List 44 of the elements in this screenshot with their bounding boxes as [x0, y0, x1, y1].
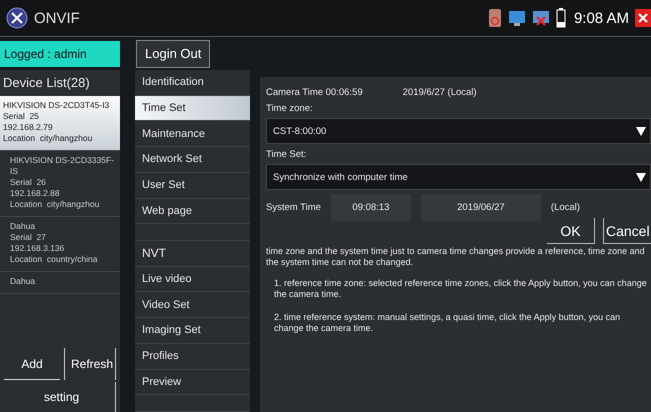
app-title: ONVIF: [34, 10, 80, 26]
sd-card-icon: [488, 8, 502, 28]
menu-item[interactable]: Preview: [135, 370, 250, 396]
menu-item[interactable]: Network Set: [135, 147, 250, 173]
local-label: (Local): [550, 202, 580, 213]
device-list-item[interactable]: HIKVISION DS-2CD3T45-I3 Serial 25 192.168.2.79 Location city/hangzhou: [0, 96, 120, 151]
close-icon[interactable]: [635, 9, 651, 27]
menu-item[interactable]: Web page: [135, 198, 250, 224]
menu-item[interactable]: User Set: [135, 172, 250, 199]
date-field[interactable]: 2019/06/27: [420, 194, 541, 221]
time-set-label: Time Set:: [266, 149, 308, 160]
device-list-item[interactable]: Dahua Serial 27 192.168.3.136 Location country/china: [0, 217, 120, 272]
device-list-item[interactable]: HIKVISION DS-2CD3335F-IS Serial 26 192.168.2.88 Location city/hangzhou: [0, 151, 120, 217]
help-text: 2. time reference system: manual settings, a quasi time, click the Apply button, you can change the camera time.: [274, 312, 622, 334]
time-zone-dropdown[interactable]: CST-8:00:00: [266, 118, 651, 144]
monitor-icon: [508, 9, 526, 27]
time-set-dropdown[interactable]: Synchronize with computer time: [266, 164, 651, 190]
battery-icon: [556, 8, 566, 28]
time-zone-label: Time zone:: [266, 103, 314, 114]
menu-item[interactable]: Live video: [135, 266, 250, 292]
dropdown-arrow-icon: [636, 126, 646, 136]
camera-time: Camera Time 00:06:59: [266, 87, 363, 98]
login-out-button[interactable]: Login Out: [136, 40, 210, 68]
help-text: time zone and the system time just to camera time changes provide a reference, time zone and the system time can not be changed.: [266, 246, 646, 268]
time-field[interactable]: 09:08:13: [330, 194, 411, 221]
network-off-icon: [532, 9, 550, 27]
menu-item[interactable]: Imaging Set: [135, 318, 250, 344]
system-time-label: System Time: [266, 202, 321, 213]
dropdown-arrow-icon: [636, 172, 646, 182]
menu-item[interactable]: Profiles: [135, 344, 250, 370]
camera-date: 2019/6/27 (Local): [402, 87, 477, 98]
ok-button[interactable]: OK: [547, 218, 595, 244]
tools-logo-icon: [6, 7, 28, 29]
help-text: 1. reference time zone: selected reference time zones, click the Apply button, you can change the camera time.: [274, 278, 647, 300]
refresh-button[interactable]: Refresh: [64, 348, 116, 380]
cancel-button[interactable]: Cancel: [603, 218, 651, 244]
login-status: Logged : admin: [0, 40, 120, 66]
menu-item[interactable]: Time Set: [135, 96, 250, 122]
device-list-title: Device List(28): [2, 74, 91, 92]
menu-item[interactable]: Video Set: [135, 292, 250, 318]
clock: 9:08 AM: [574, 10, 629, 26]
menu-section-header: NVT: [135, 241, 250, 267]
device-list-item[interactable]: Dahua: [0, 272, 120, 294]
menu-item[interactable]: Maintenance: [135, 121, 250, 148]
